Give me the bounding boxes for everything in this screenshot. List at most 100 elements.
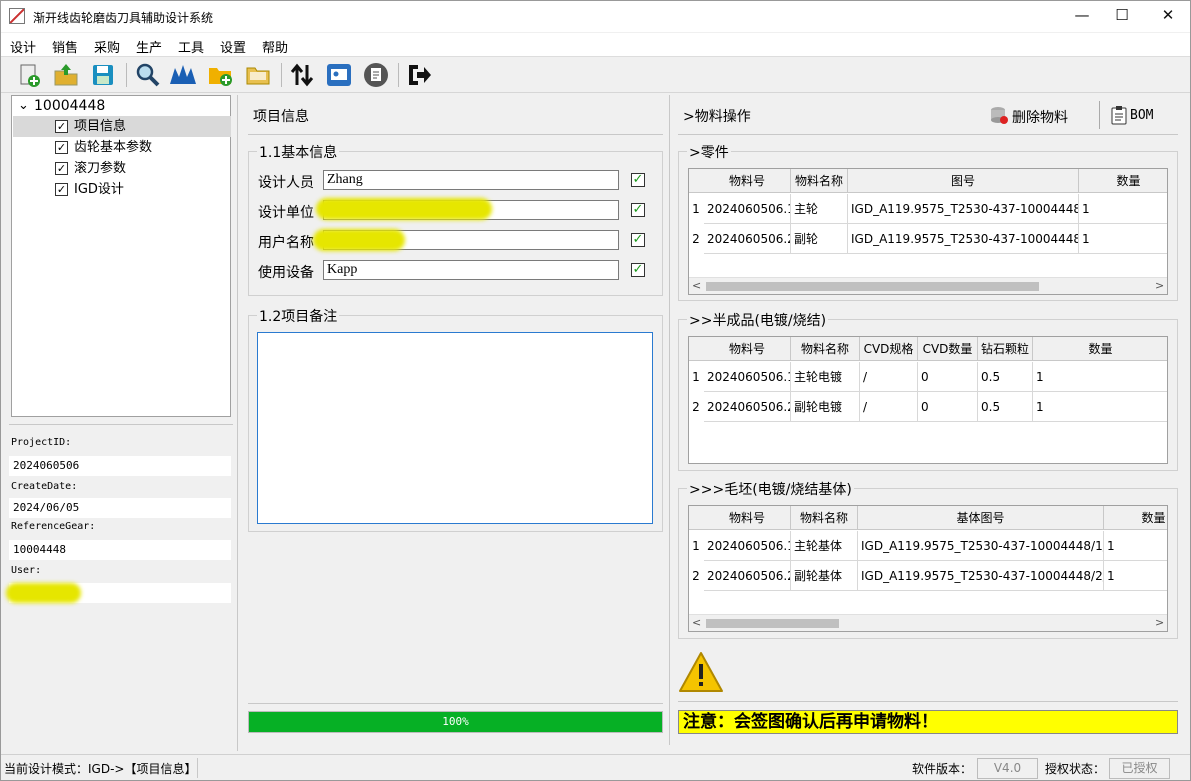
col-header[interactable]: 数量 (1033, 337, 1167, 361)
toolbar (1, 57, 1190, 93)
progress-bar: 100% (248, 711, 663, 733)
menu-purchase[interactable]: 采购 (94, 37, 120, 56)
bom-button[interactable]: BOM (1130, 108, 1153, 123)
tree-item-igd-design[interactable]: ✓ IGD设计 (13, 179, 231, 200)
col-header[interactable]: 基体图号 (858, 506, 1104, 530)
user-label: User: (11, 565, 42, 576)
design-mode-status: 当前设计模式：IGD->【项目信息】 (4, 762, 197, 776)
tree-item-hob-params[interactable]: ✓ 滚刀参数 (13, 158, 231, 179)
redaction-mark (6, 583, 81, 603)
semi-finished-title: >>半成品(电镀/烧结) (687, 310, 829, 330)
blank-title: >>>毛坯(电镀/烧结基体) (687, 479, 854, 499)
project-info-header: 项目信息 (253, 109, 309, 125)
col-header[interactable]: 物料号 (704, 337, 791, 361)
close-button[interactable]: ✕ (1145, 1, 1191, 32)
id-card-icon[interactable] (325, 61, 353, 89)
maximize-button[interactable]: ☐ (1099, 1, 1145, 32)
device-checkbox[interactable]: ✓ (631, 263, 645, 277)
notice-banner: 注意：会签图确认后再申请物料！ (678, 710, 1178, 734)
tree-item-checkbox[interactable]: ✓ (55, 183, 68, 196)
status-bar: 当前设计模式：IGD->【项目信息】 软件版本： V4.0 授权状态： 已授权 (1, 754, 1190, 781)
app-icon (9, 8, 25, 24)
new-file-icon[interactable] (15, 61, 43, 89)
material-header: >物料操作 (683, 109, 751, 125)
col-header[interactable]: 物料名称 (791, 337, 860, 361)
reference-gear-label: ReferenceGear: (11, 521, 96, 532)
col-header[interactable]: 数量 (1104, 506, 1167, 530)
customer-checkbox[interactable]: ✓ (631, 233, 645, 247)
device-field[interactable]: Kapp (323, 260, 619, 280)
tree-item-label: IGD设计 (74, 182, 124, 197)
redaction-mark (316, 198, 492, 220)
col-header[interactable]: CVD数量 (918, 337, 978, 361)
search-icon[interactable] (134, 61, 162, 89)
window-title: 渐开线齿轮磨齿刀具辅助设计系统 (33, 11, 214, 25)
document-icon[interactable] (362, 61, 390, 89)
tree-root[interactable]: 10004448 (34, 96, 105, 117)
folder-icon[interactable] (244, 61, 272, 89)
col-header[interactable]: 数量 (1079, 169, 1167, 193)
title-bar: 渐开线齿轮磨齿刀具辅助设计系统 — ☐ ✕ (1, 1, 1190, 32)
col-header[interactable]: CVD规格 (860, 337, 918, 361)
parts-table[interactable]: 物料号 物料名称 图号 数量 1 2024060506.1 主轮 IGD_A11… (688, 168, 1168, 295)
add-folder-icon[interactable] (206, 61, 234, 89)
col-header[interactable]: 图号 (848, 169, 1079, 193)
version-value: V4.0 (977, 758, 1038, 779)
redaction-mark (313, 229, 405, 251)
designer-field[interactable]: Zhang (323, 170, 619, 190)
license-label: 授权状态： (1045, 762, 1106, 776)
version-label: 软件版本： (912, 762, 973, 776)
remark-textarea[interactable] (257, 332, 653, 524)
menu-settings[interactable]: 设置 (220, 37, 246, 56)
tree-item-checkbox[interactable]: ✓ (55, 120, 68, 133)
parts-title: >零件 (687, 142, 731, 162)
project-tree[interactable]: ⌄ 10004448 ✓ 项目信息 ✓ 齿轮基本参数 ✓ 滚刀参数 ✓ IGD设… (11, 95, 231, 417)
tree-item-project-info[interactable]: ✓ 项目信息 (13, 116, 231, 137)
delete-material-button[interactable]: 删除物料 (1012, 107, 1068, 127)
tree-item-checkbox[interactable]: ✓ (55, 141, 68, 154)
designer-checkbox[interactable]: ✓ (631, 173, 645, 187)
basic-info-title: 1.1基本信息 (257, 142, 340, 162)
reference-gear-value: 10004448 (9, 540, 231, 560)
warning-icon (679, 652, 723, 692)
project-id-value: 2024060506 (9, 456, 231, 476)
unit-checkbox[interactable]: ✓ (631, 203, 645, 217)
menu-help[interactable]: 帮助 (262, 37, 288, 56)
project-id-label: ProjectID: (11, 437, 72, 448)
license-value: 已授权 (1109, 758, 1170, 779)
menu-design[interactable]: 设计 (10, 37, 36, 56)
tree-item-label: 滚刀参数 (74, 161, 127, 176)
menu-production[interactable]: 生产 (136, 37, 162, 56)
tree-item-checkbox[interactable]: ✓ (55, 162, 68, 175)
menu-bar: 设计 销售 采购 生产 工具 设置 帮助 (1, 33, 1190, 57)
open-folder-icon[interactable] (52, 61, 80, 89)
col-header[interactable]: 物料号 (704, 506, 791, 530)
semi-finished-table[interactable]: 物料号 物料名称 CVD规格 CVD数量 钻石颗粒 数量 1 202406050… (688, 336, 1168, 464)
col-header[interactable]: 物料名称 (791, 169, 848, 193)
exit-icon[interactable] (405, 61, 433, 89)
menu-sales[interactable]: 销售 (52, 37, 78, 56)
col-header[interactable]: 物料号 (704, 169, 791, 193)
col-header[interactable]: 物料名称 (791, 506, 858, 530)
create-date-label: CreateDate: (11, 481, 78, 492)
sort-updown-icon[interactable] (288, 61, 316, 89)
remark-title: 1.2项目备注 (257, 306, 340, 326)
create-date-value: 2024/06/05 (9, 498, 231, 518)
blank-table[interactable]: 物料号 物料名称 基体图号 数量 1 2024060506.1.B 主轮基体 I… (688, 505, 1168, 632)
tree-item-gear-params[interactable]: ✓ 齿轮基本参数 (13, 137, 231, 158)
parts-hscrollbar[interactable]: < > (689, 277, 1167, 294)
tree-item-label: 齿轮基本参数 (74, 140, 153, 155)
main-window: 渐开线齿轮磨齿刀具辅助设计系统 — ☐ ✕ 设计 销售 采购 生产 工具 设置 … (0, 0, 1191, 781)
clipboard-icon[interactable] (1110, 105, 1128, 125)
progress-text: 100% (442, 715, 469, 728)
device-label: 使用设备 (258, 265, 314, 281)
menu-tools[interactable]: 工具 (178, 37, 204, 56)
tree-expand-icon[interactable]: ⌄ (18, 95, 29, 116)
blank-hscrollbar[interactable]: < > (689, 614, 1167, 631)
save-icon[interactable] (89, 61, 117, 89)
unit-label: 设计单位 (258, 205, 314, 221)
database-delete-icon[interactable] (989, 105, 1009, 125)
col-header[interactable]: 钻石颗粒 (978, 337, 1033, 361)
gear-profile-icon[interactable] (169, 61, 197, 89)
customer-label: 用户名称 (258, 235, 314, 251)
